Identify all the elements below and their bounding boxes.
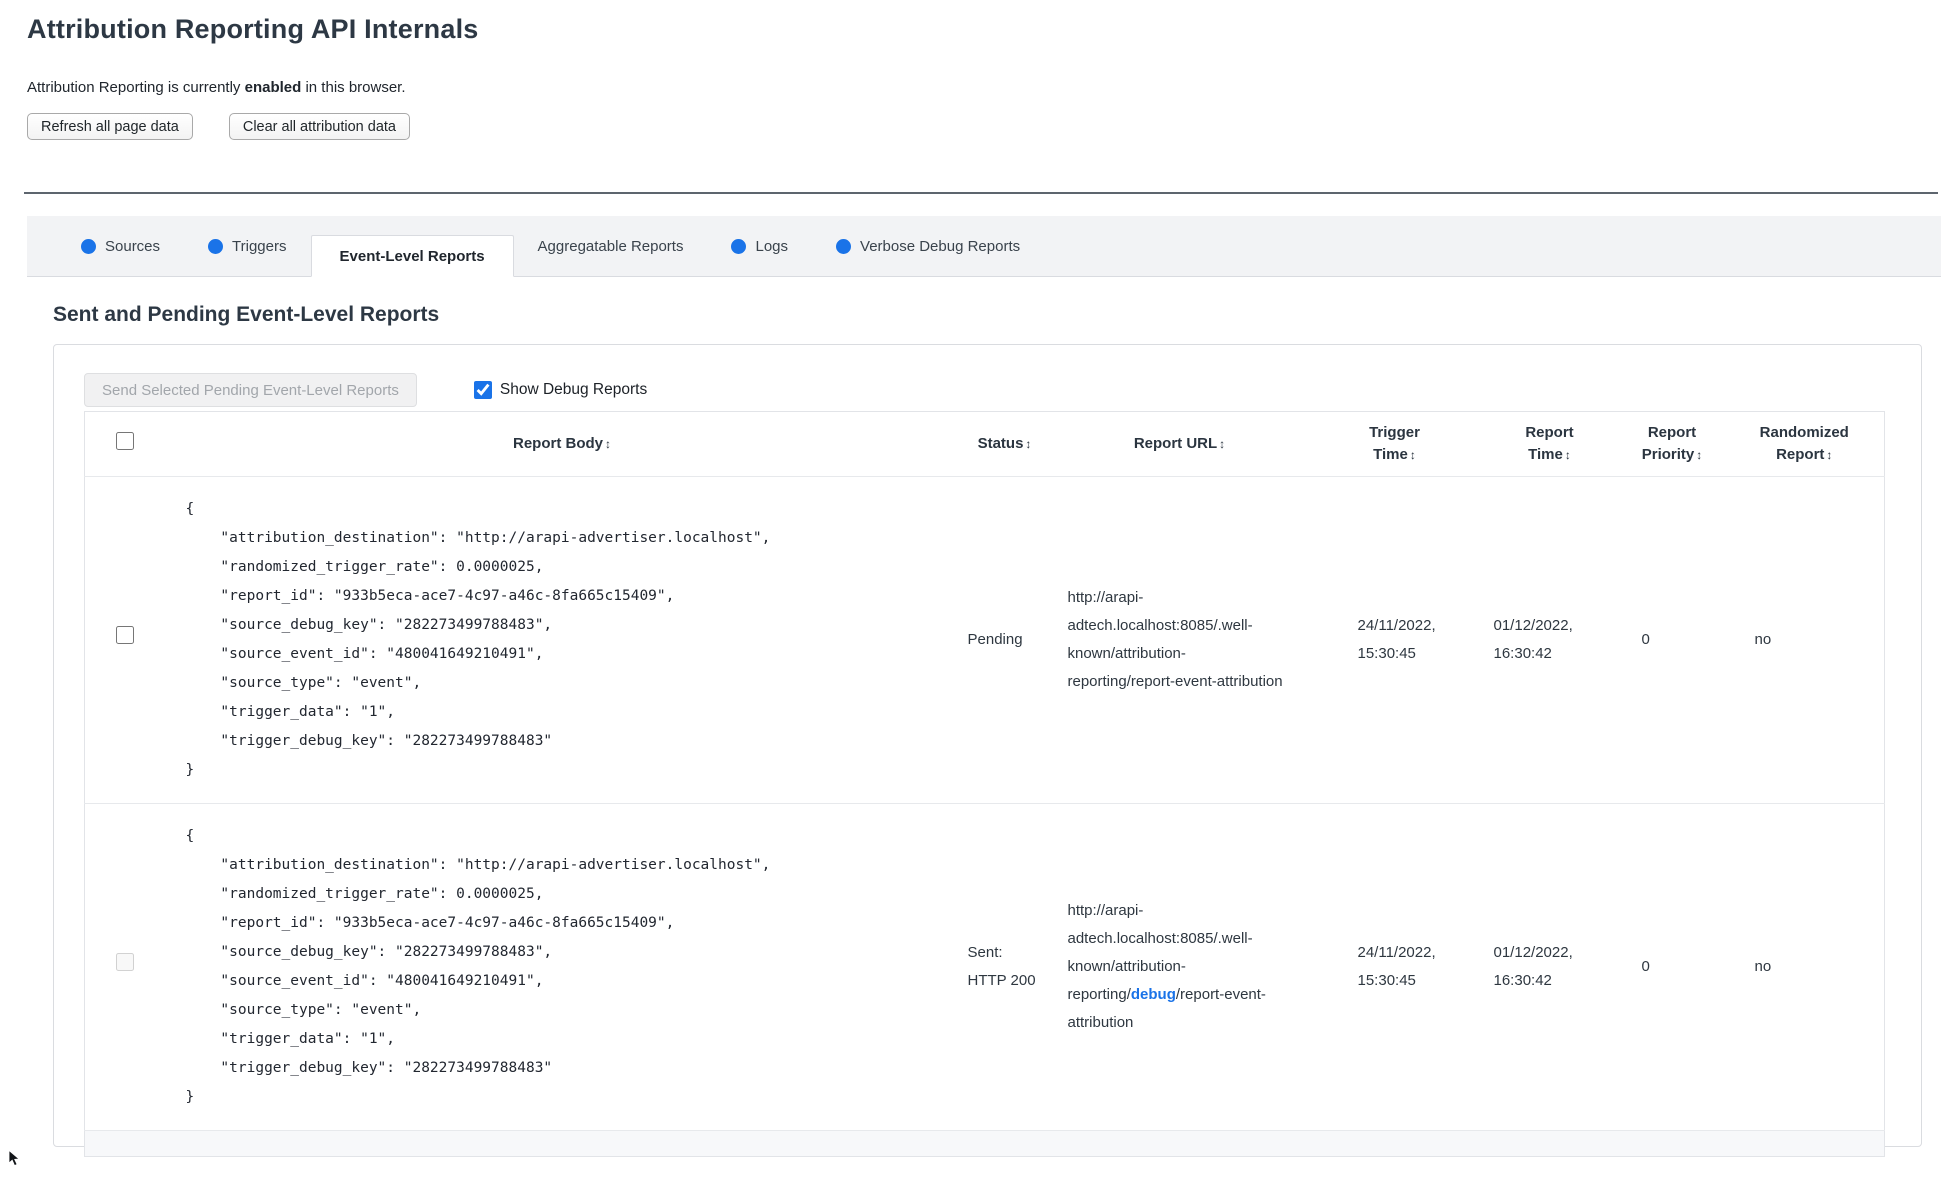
show-debug-reports-label: Show Debug Reports	[499, 381, 648, 398]
report-body-cell: { "attribution_destination": "http://ara…	[164, 476, 960, 804]
page-title: Attribution Reporting API Internals	[27, 14, 479, 44]
url-text: http://arapi-adtech.localhost:8085/.well…	[1067, 589, 1283, 690]
tab-label: Triggers	[232, 237, 287, 255]
randomized-report-cell: no	[1724, 803, 1885, 1131]
report-row-sent: { "attribution_destination": "http://ara…	[84, 803, 1885, 1131]
tab-logs[interactable]: Logs	[707, 216, 812, 276]
report-time-cell: 01/12/2022, 16:30:42	[1479, 476, 1620, 804]
sort-icon: ↕	[1409, 448, 1416, 462]
header-label: Report Priority	[1641, 424, 1697, 463]
report-priority-cell: 0	[1619, 803, 1725, 1131]
report-priority-cell: 0	[1619, 476, 1725, 804]
header-report-body[interactable]: Report Body ↕	[164, 411, 960, 477]
tab-label: Verbose Debug Reports	[860, 237, 1021, 255]
select-all-checkbox[interactable]	[115, 431, 134, 450]
blue-dot-icon	[208, 238, 224, 254]
row-select-cell	[84, 476, 165, 804]
reports-table: Report Body ↕ Status ↕ Report URL ↕ Trigger…	[84, 411, 1885, 1157]
trigger-time-cell: 24/11/2022, 15:30:45	[1309, 803, 1480, 1131]
tab-event-level-reports[interactable]: Event-Level Reports	[310, 235, 514, 277]
status-cell: Sent: HTTP 200	[959, 803, 1050, 1131]
trigger-time-cell: 24/11/2022, 15:30:45	[1309, 476, 1480, 804]
header-report-time[interactable]: Report Time ↕	[1479, 411, 1620, 477]
attribution-internals-page: Attribution Reporting API Internals Attr…	[0, 0, 1948, 1167]
tab-label: Sources	[105, 237, 161, 255]
report-time-cell: 01/12/2022, 16:30:42	[1479, 803, 1620, 1131]
header-select-all	[84, 411, 165, 477]
show-debug-reports-toggle[interactable]: Show Debug Reports	[473, 381, 648, 399]
report-url-cell: http://arapi-adtech.localhost:8085/.well…	[1049, 476, 1310, 804]
status-cell: Pending	[959, 476, 1050, 804]
section-heading: Sent and Pending Event-Level Reports	[53, 303, 440, 326]
report-body-cell: { "attribution_destination": "http://ara…	[164, 803, 960, 1131]
header-label: Randomized Report	[1759, 424, 1849, 463]
table-header-row: Report Body ↕ Status ↕ Report URL ↕ Trigger…	[84, 411, 1885, 477]
mouse-cursor-icon	[8, 1149, 21, 1172]
clear-all-attribution-data-button[interactable]: Clear all attribution data	[228, 113, 410, 140]
status-enabled-text: enabled	[244, 79, 302, 96]
send-selected-pending-reports-button[interactable]: Send Selected Pending Event-Level Report…	[84, 373, 417, 407]
blue-dot-icon	[836, 238, 852, 254]
blue-dot-icon	[731, 238, 747, 254]
reports-panel: Send Selected Pending Event-Level Report…	[53, 344, 1922, 1157]
sort-icon: ↕	[1025, 437, 1032, 452]
header-report-url[interactable]: Report URL ↕	[1049, 411, 1310, 477]
tab-label: Event-Level Reports	[339, 247, 485, 265]
report-body-json: { "attribution_destination": "http://ara…	[185, 501, 771, 778]
sort-icon: ↕	[1219, 437, 1226, 452]
event-level-reports-section: Sent and Pending Event-Level Reports Sen…	[53, 303, 1922, 1157]
page-actions: Refresh all page data Clear all attribut…	[27, 113, 1948, 140]
api-status-line: Attribution Reporting is currently enabl…	[27, 79, 1948, 96]
sort-icon: ↕	[1696, 448, 1703, 462]
table-footer-row	[84, 1130, 1885, 1157]
header-label: Report Body	[513, 435, 603, 453]
debug-link[interactable]: debug	[1131, 986, 1176, 1003]
table-footer-strip	[84, 1130, 1885, 1157]
row-select-checkbox[interactable]	[115, 626, 134, 644]
sort-icon: ↕	[605, 437, 611, 452]
tab-label: Logs	[755, 237, 789, 255]
row-select-checkbox-disabled	[115, 953, 134, 971]
randomized-report-cell: no	[1724, 476, 1885, 804]
report-row-pending: { "attribution_destination": "http://ara…	[84, 476, 1885, 804]
header-status[interactable]: Status ↕	[959, 411, 1050, 477]
blue-dot-icon	[81, 238, 96, 254]
header-report-priority[interactable]: Report Priority ↕	[1619, 411, 1725, 477]
horizontal-divider	[24, 192, 1938, 194]
show-debug-reports-checkbox[interactable]	[473, 381, 492, 399]
tab-aggregatable-reports[interactable]: Aggregatable Reports	[514, 216, 708, 276]
tab-triggers[interactable]: Triggers	[184, 216, 310, 276]
tab-label: Aggregatable Reports	[537, 237, 684, 255]
tab-sources[interactable]: Sources	[57, 216, 184, 276]
table-controls: Send Selected Pending Event-Level Report…	[84, 373, 1895, 407]
status-text-suffix: in this browser.	[301, 79, 406, 96]
refresh-all-page-data-button[interactable]: Refresh all page data	[27, 113, 193, 140]
sort-icon: ↕	[1564, 448, 1571, 462]
row-select-cell	[84, 803, 165, 1131]
sort-icon: ↕	[1826, 448, 1833, 462]
tab-verbose-debug-reports[interactable]: Verbose Debug Reports	[812, 216, 1044, 276]
report-body-json: { "attribution_destination": "http://ara…	[185, 828, 771, 1105]
header-trigger-time[interactable]: Trigger Time ↕	[1309, 411, 1480, 477]
header-randomized-report[interactable]: Randomized Report ↕	[1724, 411, 1885, 477]
report-url-cell: http://arapi-adtech.localhost:8085/.well…	[1049, 803, 1310, 1131]
header-label: Status	[977, 435, 1024, 453]
tab-strip: Sources Triggers Event-Level Reports Agg…	[27, 216, 1941, 277]
header-label: Report URL	[1133, 435, 1218, 453]
status-text-prefix: Attribution Reporting is currently	[27, 79, 245, 96]
